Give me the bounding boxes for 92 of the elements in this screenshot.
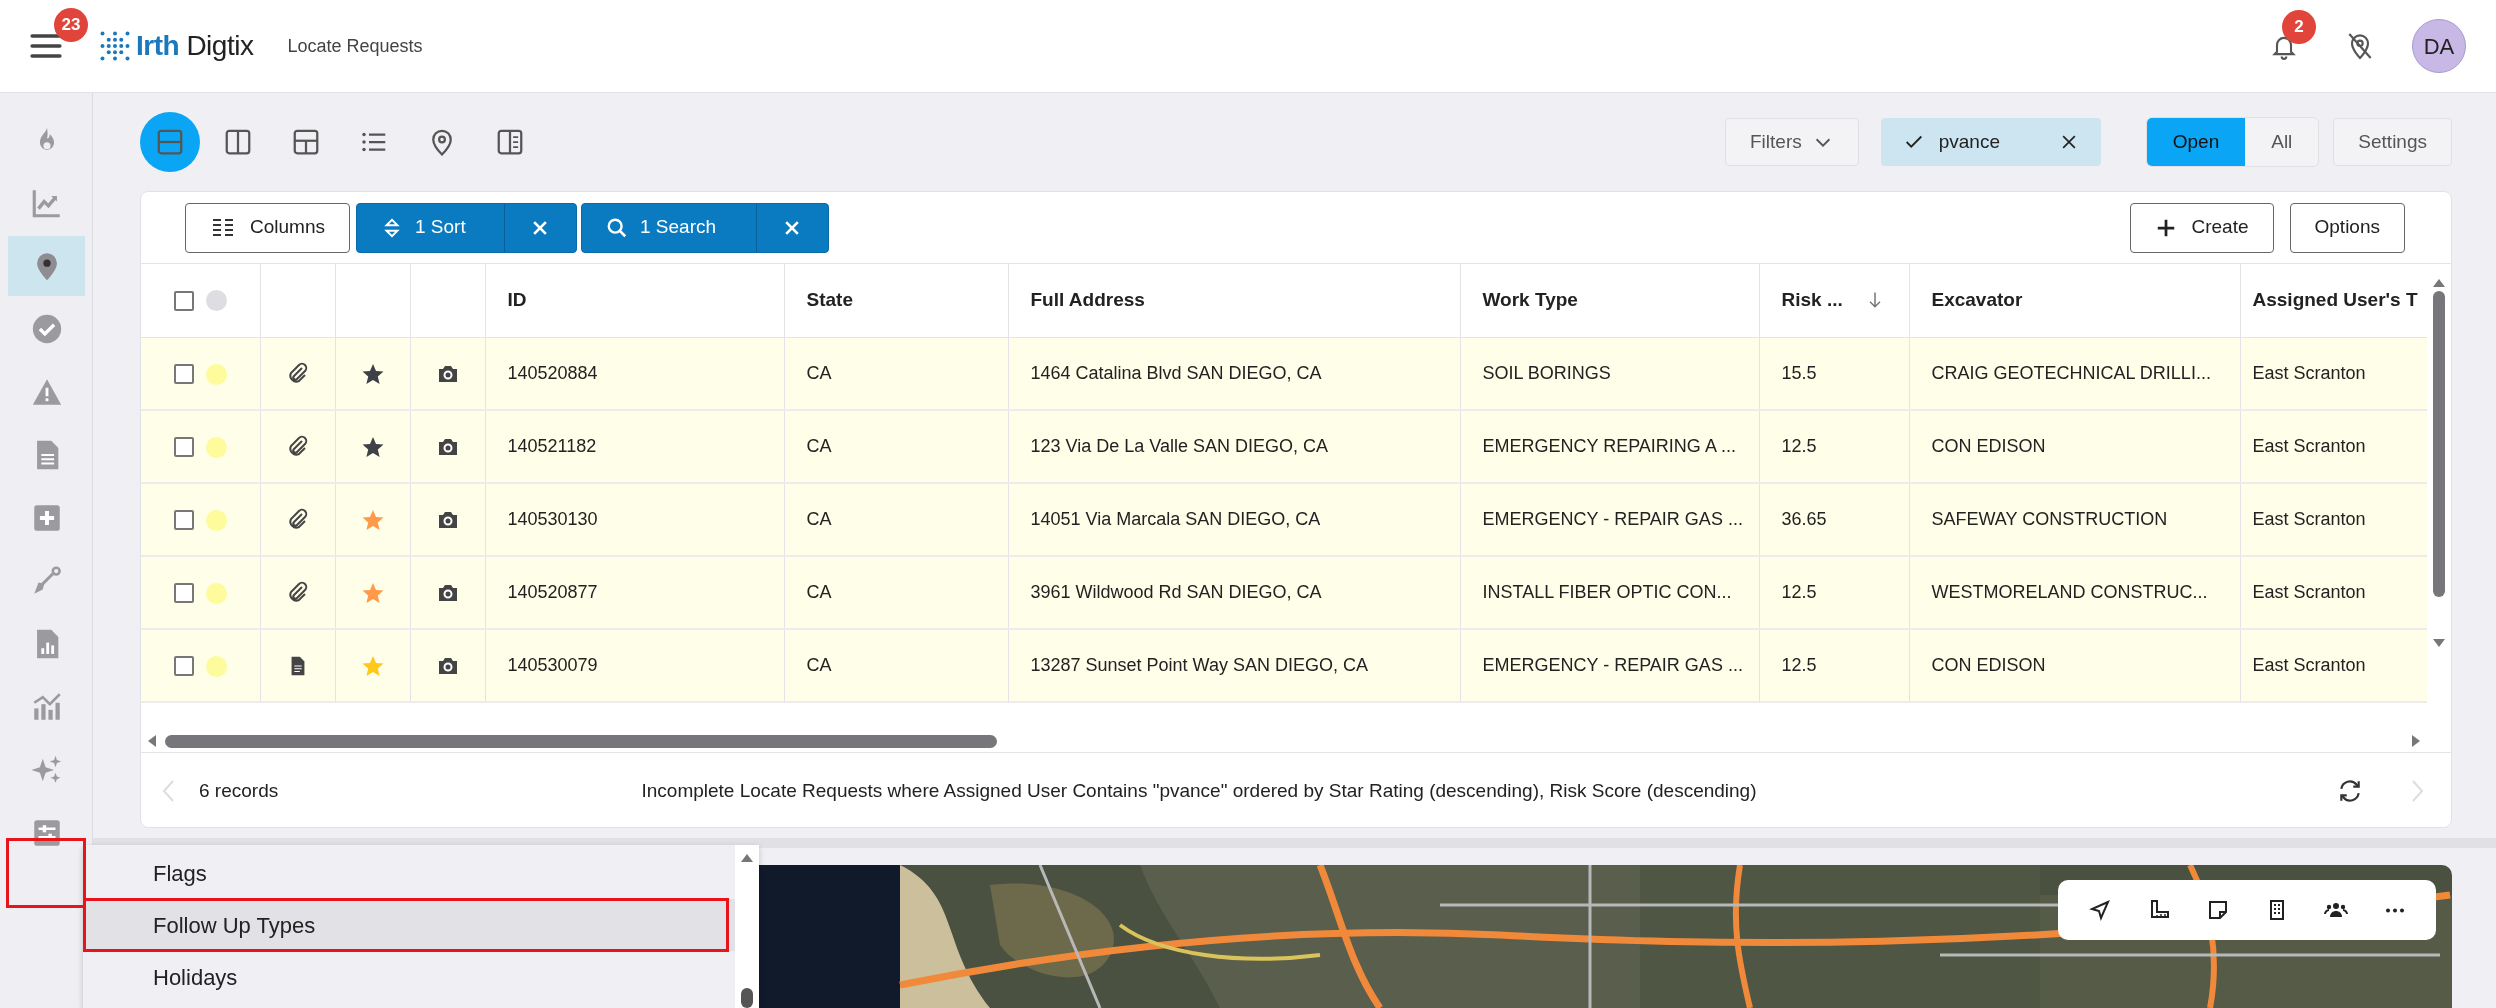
view-button[interactable] xyxy=(140,112,200,172)
table-cell: EMERGENCY REPAIRING A ... xyxy=(1460,410,1759,483)
column-header[interactable]: Excavator xyxy=(1931,286,2023,315)
table-cell: 12.5 xyxy=(1759,556,1909,629)
column-header[interactable]: Assigned User's T xyxy=(2252,286,2418,315)
table-cell: EMERGENCY - REPAIR GAS ... xyxy=(1460,629,1759,702)
options-button[interactable]: Options xyxy=(2289,202,2405,253)
column-header[interactable]: ID xyxy=(507,286,527,315)
scroll-down-icon xyxy=(2432,638,2446,648)
query-summary: Incomplete Locate Requests where Assigned User Contains "pvance" ordered by Star Rating (descending), Risk Score (descending) xyxy=(640,778,1758,803)
column-header[interactable]: State xyxy=(806,286,853,315)
filter-chip[interactable]: pvance xyxy=(1880,118,2101,166)
status-dot xyxy=(205,509,227,531)
sidebar-item[interactable] xyxy=(8,236,85,296)
logo-icon xyxy=(100,31,130,61)
status-dot xyxy=(205,290,227,312)
settings-button[interactable]: Settings xyxy=(2333,118,2452,166)
scroll-left-icon xyxy=(147,734,157,748)
checkbox[interactable] xyxy=(173,583,194,604)
page-title: Locate Requests xyxy=(287,34,423,58)
user-avatar[interactable]: DA xyxy=(2412,19,2466,73)
menu-item[interactable]: Flags xyxy=(83,847,735,899)
table-cell: East Scranton xyxy=(2240,556,2429,629)
brand-name: Irth Digtix xyxy=(136,29,254,63)
table-cell: 13287 Sunset Point Way SAN DIEGO, CA xyxy=(1008,629,1460,702)
table-cell: CRAIG GEOTECHNICAL DRILLI... xyxy=(1909,337,2240,410)
checkbox[interactable] xyxy=(173,437,194,458)
table-cell: 1464 Catalina Blvd SAN DIEGO, CA xyxy=(1008,337,1460,410)
refresh-icon[interactable] xyxy=(2337,778,2363,804)
split-horizontal-icon xyxy=(155,127,185,157)
column-header[interactable]: Work Type xyxy=(1482,286,1578,315)
table-cell: 12.5 xyxy=(1759,629,1909,702)
table-cell: 140530130 xyxy=(485,483,784,556)
status-dot xyxy=(205,582,227,604)
column-header[interactable]: Risk ... xyxy=(1781,286,1843,315)
notification-badge: 2 xyxy=(2282,10,2316,44)
navigation-icon xyxy=(2087,898,2112,922)
checkbox[interactable] xyxy=(173,656,194,677)
scroll-thumb[interactable] xyxy=(741,988,753,1008)
menu-item[interactable]: Holidays xyxy=(83,951,735,1003)
scroll-thumb[interactable] xyxy=(165,734,997,748)
split-vertical-icon xyxy=(223,127,253,157)
filter-label: pvance xyxy=(1938,129,2001,154)
table-cell: CA xyxy=(784,556,1008,629)
columns-button[interactable]: Columns xyxy=(185,202,350,253)
column-header[interactable]: Full Address xyxy=(1030,286,1145,315)
side-panel-icon xyxy=(495,127,525,157)
menu-scrollbar[interactable] xyxy=(735,845,759,1008)
status-dot xyxy=(205,436,227,458)
table-cell: SAFEWAY CONSTRUCTION xyxy=(1909,483,2240,556)
table-cell: 15.5 xyxy=(1759,337,1909,410)
scroll-up-icon xyxy=(740,853,754,863)
table-cell: CON EDISON xyxy=(1909,629,2240,702)
layout-grid-icon xyxy=(291,127,321,157)
table-cell: CA xyxy=(784,410,1008,483)
table-cell: INSTALL FIBER OPTIC CON... xyxy=(1460,556,1759,629)
checkbox[interactable] xyxy=(173,291,194,311)
table-cell: East Scranton xyxy=(2240,410,2429,483)
table-cell: 12.5 xyxy=(1759,410,1909,483)
table-cell: East Scranton xyxy=(2240,629,2429,702)
filters-button[interactable]: Filters xyxy=(1725,118,1859,166)
notification-badge: 23 xyxy=(54,8,88,42)
status-dot xyxy=(205,363,227,385)
checkbox[interactable] xyxy=(173,364,194,384)
menu-icon[interactable] xyxy=(30,33,62,59)
record-count: 6 records xyxy=(199,778,280,803)
checkbox[interactable] xyxy=(173,510,194,531)
table-cell: 14051 Via Marcala SAN DIEGO, CA xyxy=(1008,483,1460,556)
table-cell: CA xyxy=(784,629,1008,702)
scroll-up-icon xyxy=(2432,278,2446,288)
create-button[interactable]: Create xyxy=(2130,202,2274,253)
table-cell: CON EDISON xyxy=(1909,410,2240,483)
table-cell: CA xyxy=(784,337,1008,410)
table-cell: 140530079 xyxy=(485,629,784,702)
table-cell: 140521182 xyxy=(485,410,784,483)
table-cell: East Scranton xyxy=(2240,483,2429,556)
table-cell: 140520877 xyxy=(485,556,784,629)
scroll-thumb[interactable] xyxy=(2433,291,2445,597)
search-icon xyxy=(606,216,628,239)
table-cell: WESTMORELAND CONSTRUC... xyxy=(1909,556,2240,629)
table-cell: 3961 Wildwood Rd SAN DIEGO, CA xyxy=(1008,556,1460,629)
table-cell: EMERGENCY - REPAIR GAS ... xyxy=(1460,483,1759,556)
menu-item[interactable]: Follow Up Types xyxy=(83,899,735,951)
scroll-right-icon xyxy=(2411,734,2421,748)
table-cell: 140520884 xyxy=(485,337,784,410)
table-cell: 123 Via De La Valle SAN DIEGO, CA xyxy=(1008,410,1460,483)
table-cell: SOIL BORINGS xyxy=(1460,337,1759,410)
toggle-button[interactable]: Open xyxy=(2146,118,2246,166)
table-cell: CA xyxy=(784,483,1008,556)
status-dot xyxy=(205,655,227,677)
table-cell: 36.65 xyxy=(1759,483,1909,556)
table-cell: East Scranton xyxy=(2240,337,2429,410)
